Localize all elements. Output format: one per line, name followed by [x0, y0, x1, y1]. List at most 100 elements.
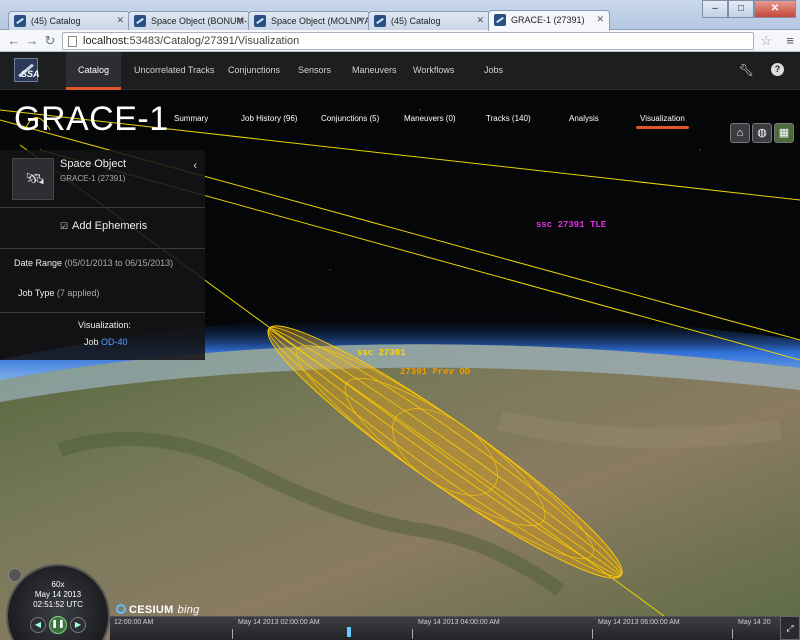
- job-type-value: (7 applied): [56, 288, 100, 298]
- bookmark-star-icon[interactable]: ☆: [760, 33, 772, 49]
- nav-item-jobs[interactable]: Jobs: [472, 52, 515, 90]
- site-favicon-icon: [374, 15, 386, 27]
- browser-tab-strip: (45) Catalog ✕ Space Object (BONUM-1) ✕ …: [0, 0, 800, 31]
- cesium-viewport[interactable]: GRACE-1 Summary Job History (96) Conjunc…: [0, 90, 800, 640]
- site-favicon-icon: [494, 14, 506, 26]
- tab-tracks[interactable]: Tracks (140): [486, 114, 531, 123]
- fullscreen-icon[interactable]: ⤢: [780, 616, 800, 640]
- animation-date: May 14 2013: [34, 590, 82, 599]
- reload-icon[interactable]: ↻: [42, 33, 58, 49]
- job-type-label: Job Type: [18, 288, 55, 298]
- timeline-label: May 14 2013 02:00:00 AM: [238, 619, 320, 626]
- panel-divider: [0, 248, 205, 249]
- tle-label[interactable]: ssc 27391 TLE: [536, 220, 606, 230]
- menu-icon[interactable]: ≡: [786, 33, 794, 48]
- url-input[interactable]: localhost:53483/Catalog/27391/Visualizat…: [62, 32, 754, 50]
- page-icon: [68, 36, 77, 47]
- home-view-icon[interactable]: ⌂: [730, 123, 750, 143]
- nav-item-maneuvers[interactable]: Maneuvers: [340, 52, 409, 90]
- space-object-id: GRACE-1 (27391): [60, 174, 126, 183]
- back-arrow-icon[interactable]: ←: [6, 33, 22, 49]
- tab-close-icon[interactable]: ✕: [356, 15, 364, 26]
- minimize-button[interactable]: –: [702, 0, 728, 18]
- add-ephemeris-button[interactable]: Add Ephemeris: [72, 220, 147, 232]
- scene-mode-globe-icon[interactable]: ◍: [752, 123, 772, 143]
- timeline-tick: [232, 629, 233, 639]
- timeline-tick: [412, 629, 413, 639]
- satellite-icon: 🛰︎: [25, 171, 46, 188]
- animation-time: 02:51:52 UTC: [33, 600, 83, 609]
- play-reverse-icon[interactable]: ◀: [30, 617, 46, 633]
- date-range-value: (05/01/2013 to 06/15/2013): [64, 258, 174, 268]
- logo-text: SSA: [21, 69, 40, 79]
- timeline-needle[interactable]: [347, 627, 351, 637]
- site-favicon-icon: [254, 15, 266, 27]
- tab-maneuvers[interactable]: Maneuvers (0): [404, 114, 456, 123]
- browser-tab-label: (45) Catalog: [31, 16, 81, 26]
- satellite-thumbnail: 🛰︎: [12, 158, 54, 200]
- maximize-button[interactable]: □: [728, 0, 754, 18]
- timeline-tick: [592, 629, 593, 639]
- nav-item-sensors[interactable]: Sensors: [286, 52, 343, 90]
- help-icon[interactable]: ?: [771, 63, 784, 76]
- visualization-job: Job OD-40: [84, 337, 128, 347]
- timeline-tick: [732, 629, 733, 639]
- timeline-label: May 14 2013 06:00:00 AM: [598, 619, 680, 626]
- url-path: :53483/Catalog/27391/Visualization: [126, 35, 300, 47]
- cesium-logo-icon: [116, 604, 126, 614]
- browser-tab-active[interactable]: GRACE-1 (27391) ✕: [488, 10, 610, 31]
- nav-item-catalog[interactable]: Catalog: [66, 52, 122, 90]
- panel-divider: [0, 312, 205, 313]
- nav-item-uncorrelated-tracks[interactable]: Uncorrelated Tracks: [122, 52, 227, 90]
- date-range-filter[interactable]: Date Range (05/01/2013 to 06/15/2013): [14, 258, 173, 268]
- browser-tab[interactable]: (45) Catalog ✕: [368, 11, 490, 31]
- browser-tab[interactable]: (45) Catalog ✕: [8, 11, 130, 31]
- timeline-label: May 14 2013 04:00:00 AM: [418, 619, 500, 626]
- animation-speed: 60x: [51, 580, 65, 589]
- space-object-label: Space Object: [60, 158, 127, 170]
- browser-tab-label: (45) Catalog: [391, 16, 441, 26]
- tab-summary[interactable]: Summary: [174, 114, 208, 123]
- job-link[interactable]: OD-40: [101, 337, 128, 347]
- cesium-credit[interactable]: CESIUM: [129, 604, 174, 616]
- bing-credit[interactable]: bing: [178, 604, 200, 616]
- timeline-label: May 14 20: [738, 619, 771, 626]
- tab-close-icon[interactable]: ✕: [116, 15, 124, 26]
- job-label: Job: [84, 337, 99, 347]
- timeline[interactable]: 12:00:00 AM May 14 2013 02:00:00 AM May …: [110, 616, 780, 640]
- close-window-button[interactable]: ✕: [754, 0, 796, 18]
- object-side-panel: 🛰︎ Space Object GRACE-1 (27391) ‹ ☑ Add …: [0, 150, 205, 360]
- base-layer-picker-icon[interactable]: ▦: [774, 123, 794, 143]
- tab-visualization[interactable]: Visualization: [636, 114, 689, 129]
- prev-od-label[interactable]: 27391 Prev OD: [400, 367, 470, 377]
- window-controls: – □ ✕: [702, 0, 796, 18]
- pause-icon[interactable]: ❚❚: [49, 616, 67, 634]
- tab-conjunctions[interactable]: Conjunctions (5): [321, 114, 379, 123]
- job-type-filter[interactable]: Job Type (7 applied): [18, 288, 99, 298]
- tab-close-icon[interactable]: ✕: [476, 15, 484, 26]
- app-logo[interactable]: SSA: [14, 58, 40, 82]
- browser-tab[interactable]: Space Object (MOLNIYA 1- ✕: [248, 11, 370, 31]
- wrench-icon[interactable]: 🔧︎: [739, 63, 754, 77]
- nav-item-workflows[interactable]: Workflows: [401, 52, 466, 90]
- nav-item-conjunctions[interactable]: Conjunctions: [216, 52, 292, 90]
- ssc-label[interactable]: ssc 27391: [357, 348, 406, 358]
- url-host: localhost: [83, 35, 127, 47]
- credits: CESIUM bing: [116, 604, 200, 616]
- site-favicon-icon: [14, 15, 26, 27]
- browser-tab[interactable]: Space Object (BONUM-1) ✕: [128, 11, 250, 31]
- tab-analysis[interactable]: Analysis: [569, 114, 599, 123]
- tab-close-icon[interactable]: ✕: [236, 15, 244, 26]
- chevron-left-icon[interactable]: ‹: [193, 160, 197, 172]
- animation-widget: 60x May 14 2013 02:51:52 UTC ◀ ❚❚ ▶: [0, 560, 116, 640]
- play-forward-icon[interactable]: ▶: [70, 617, 86, 633]
- timeline-label: 12:00:00 AM: [114, 619, 154, 626]
- browser-tab-label: Space Object (BONUM-1): [151, 16, 250, 26]
- visualization-label: Visualization:: [78, 320, 131, 330]
- forward-arrow-icon[interactable]: →: [24, 33, 40, 49]
- tab-job-history[interactable]: Job History (96): [241, 114, 297, 123]
- browser-tab-label: Space Object (MOLNIYA 1-: [271, 16, 370, 26]
- tab-close-icon[interactable]: ✕: [596, 14, 604, 25]
- site-favicon-icon: [134, 15, 146, 27]
- address-bar: ← → ↻ localhost:53483/Catalog/27391/Visu…: [0, 30, 800, 52]
